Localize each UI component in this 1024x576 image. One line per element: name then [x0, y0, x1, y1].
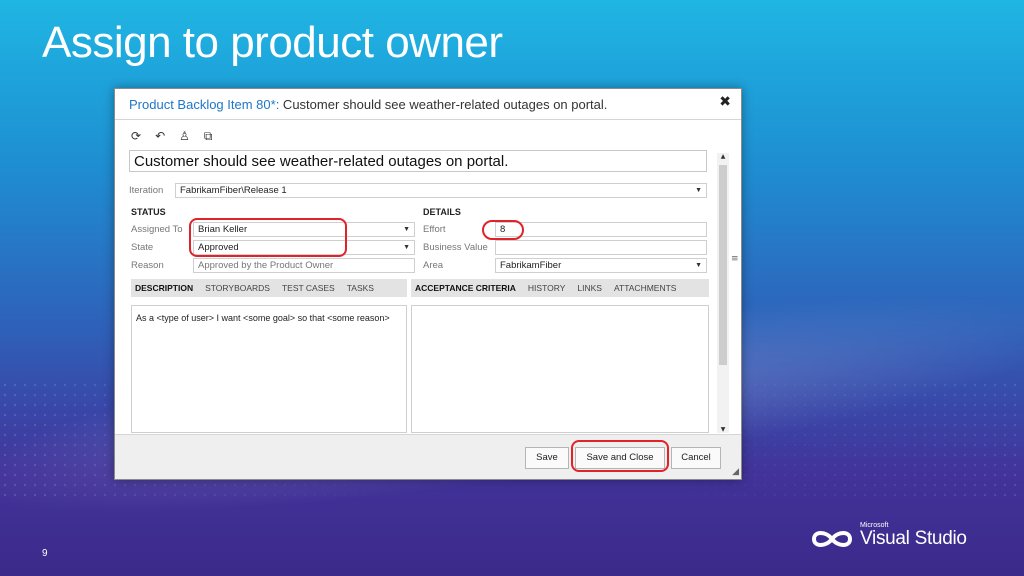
business-value-label: Business Value — [423, 242, 488, 253]
left-tab-bar: DESCRIPTION STORYBOARDS TEST CASES TASKS — [131, 279, 407, 297]
scroll-thumb[interactable] — [719, 165, 727, 365]
description-editor[interactable]: As a <type of user> I want <some goal> s… — [131, 305, 407, 433]
state-value: Approved — [198, 242, 239, 253]
right-tab-bar: ACCEPTANCE CRITERIA HISTORY LINKS ATTACH… — [411, 279, 709, 297]
state-select[interactable]: Approved ▼ — [193, 240, 415, 255]
refresh-icon[interactable]: ⟳ — [131, 129, 141, 144]
effort-value: 8 — [500, 224, 506, 235]
iteration-label: Iteration — [129, 185, 164, 196]
area-select[interactable]: FabrikamFiber ▼ — [495, 258, 707, 273]
assigned-to-select[interactable]: Brian Keller ▼ — [193, 222, 415, 237]
tab-acceptance-criteria[interactable]: ACCEPTANCE CRITERIA — [415, 283, 516, 293]
undo-icon[interactable]: ↶ — [155, 129, 165, 144]
scroll-down-icon[interactable]: ▼ — [717, 426, 729, 433]
logo-product: Visual Studio — [860, 528, 967, 549]
area-value: FabrikamFiber — [500, 260, 562, 271]
tab-links[interactable]: LINKS — [577, 283, 602, 293]
description-text: As a <type of user> I want <some goal> s… — [136, 313, 390, 323]
chevron-down-icon: ▼ — [403, 244, 410, 251]
work-item-link[interactable]: Product Backlog Item 80*: — [129, 97, 279, 112]
tab-test-cases[interactable]: TEST CASES — [282, 283, 335, 293]
chevron-down-icon: ▼ — [695, 187, 702, 194]
area-label: Area — [423, 260, 444, 271]
infinity-logo-icon — [811, 531, 853, 547]
assign-person-icon[interactable]: ♙ — [179, 129, 190, 144]
title-divider — [115, 119, 741, 120]
resize-grip-icon[interactable]: ◢ — [732, 467, 739, 477]
reason-field[interactable]: Approved by the Product Owner — [193, 258, 415, 273]
tab-history[interactable]: HISTORY — [528, 283, 565, 293]
effort-label: Effort — [423, 224, 446, 235]
scroll-grip-icon: ≡ — [731, 254, 739, 264]
details-heading: DETAILS — [423, 207, 461, 217]
tab-attachments[interactable]: ATTACHMENTS — [614, 283, 677, 293]
work-item-dialog: Product Backlog Item 80*: Customer shoul… — [114, 88, 742, 480]
scroll-up-icon[interactable]: ▲ — [717, 153, 729, 160]
save-and-close-button[interactable]: Save and Close — [575, 447, 665, 469]
cancel-button[interactable]: Cancel — [671, 447, 721, 469]
logo-text: Microsoft Visual Studio — [860, 522, 967, 550]
iteration-value: FabrikamFiber\Release 1 — [180, 185, 287, 196]
title-field[interactable]: Customer should see weather-related outa… — [129, 150, 707, 172]
tab-storyboards[interactable]: STORYBOARDS — [205, 283, 270, 293]
acceptance-criteria-editor[interactable] — [411, 305, 709, 433]
slide-title: Assign to product owner — [42, 18, 503, 67]
assigned-to-value: Brian Keller — [198, 224, 248, 235]
chevron-down-icon: ▼ — [403, 226, 410, 233]
close-icon[interactable]: ✖ — [719, 94, 731, 110]
dialog-title-text: Customer should see weather-related outa… — [279, 97, 608, 112]
effort-field[interactable]: 8 — [495, 222, 707, 237]
business-value-field[interactable] — [495, 240, 707, 255]
status-heading: STATUS — [131, 207, 166, 217]
logo-microsoft: Microsoft — [860, 522, 889, 529]
save-button[interactable]: Save — [525, 447, 569, 469]
tab-tasks[interactable]: TASKS — [347, 283, 374, 293]
assigned-to-label: Assigned To — [131, 224, 183, 235]
tab-description[interactable]: DESCRIPTION — [135, 283, 193, 293]
toolbar: ⟳ ↶ ♙ ⧉ — [131, 129, 212, 144]
reason-label: Reason — [131, 260, 164, 271]
page-number: 9 — [42, 548, 48, 559]
chevron-down-icon: ▼ — [695, 262, 702, 269]
vertical-scrollbar[interactable]: ▲ ▼ — [717, 153, 729, 433]
dialog-title: Product Backlog Item 80*: Customer shoul… — [129, 97, 607, 112]
iteration-select[interactable]: FabrikamFiber\Release 1 ▼ — [175, 183, 707, 198]
dialog-footer: Save Save and Close Cancel ◢ — [115, 434, 741, 479]
reason-value: Approved by the Product Owner — [198, 260, 334, 271]
state-label: State — [131, 242, 154, 253]
copy-icon[interactable]: ⧉ — [204, 129, 213, 144]
visual-studio-logo: Microsoft Visual Studio — [808, 522, 967, 551]
